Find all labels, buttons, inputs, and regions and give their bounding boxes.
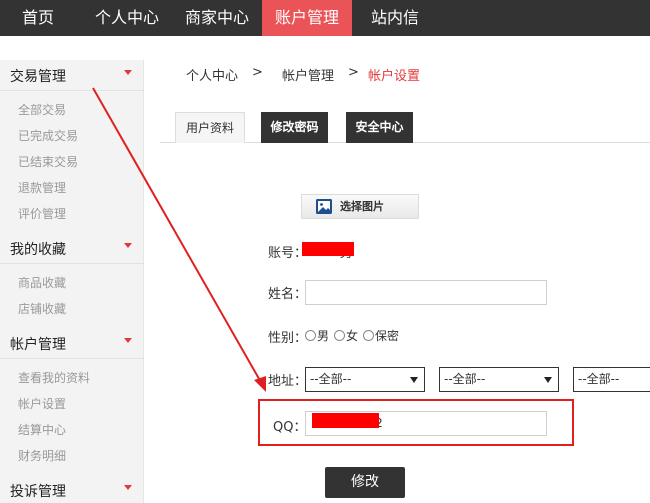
divider [0,358,144,359]
sidebar-item-reviews[interactable]: 评价管理 [18,205,66,222]
district-select-value: --全部-- [578,372,620,386]
tab-user-profile[interactable]: 用户资料 [175,112,245,143]
divider [0,263,144,264]
province-select[interactable]: --全部-- [305,367,425,392]
dropdown-arrow-icon [544,377,552,383]
sidebar-item-completed-trades[interactable]: 已完成交易 [18,127,78,144]
tab-change-password[interactable]: 修改密码 [261,112,328,143]
redaction-mark [302,242,354,256]
caret-down-icon[interactable] [124,485,132,490]
top-navigation-bar: 首页 个人中心 商家中心 账户管理 站内信 [0,0,650,36]
caret-down-icon[interactable] [124,243,132,248]
address-label: 地址： [268,374,308,389]
dropdown-arrow-icon [410,377,418,383]
radio-icon[interactable] [334,330,345,341]
sidebar-item-shop-favorites[interactable]: 店铺收藏 [18,300,66,317]
annotation-highlight-box [258,399,574,446]
gender-label: 性别： [268,331,308,346]
sidebar-item-financial-details[interactable]: 财务明细 [18,447,66,464]
tab-security-center[interactable]: 安全中心 [346,112,413,143]
gender-radio-secret[interactable]: 保密 [363,327,399,344]
breadcrumb-separator: > [252,65,263,80]
nav-item-home[interactable]: 首页 [0,0,76,36]
sidebar-item-settlement-center[interactable]: 结算中心 [18,421,66,438]
sidebar-item-account-settings[interactable]: 帐户设置 [18,395,66,412]
caret-down-icon[interactable] [124,338,132,343]
image-icon [316,199,332,214]
gender-option-label: 保密 [375,329,400,343]
choose-image-button[interactable]: 选择图片 [301,194,419,219]
gender-radio-female[interactable]: 女 [334,327,358,344]
district-select[interactable]: --全部-- [573,367,650,392]
sidebar-item-all-trades[interactable]: 全部交易 [18,101,66,118]
nav-item-personal-center[interactable]: 个人中心 [84,0,170,36]
gender-radio-male[interactable]: 男 [305,327,329,344]
breadcrumb-separator: > [348,65,359,80]
province-select-value: --全部-- [310,372,352,386]
radio-icon[interactable] [305,330,316,341]
city-select-value: --全部-- [444,372,486,386]
radio-icon[interactable] [363,330,374,341]
sidebar-item-view-profile[interactable]: 查看我的资料 [18,369,90,386]
name-label: 姓名： [268,287,308,302]
sidebar-section-title-account[interactable]: 帐户管理 [10,334,66,354]
sidebar-item-closed-trades[interactable]: 已结束交易 [18,153,78,170]
nav-item-messages[interactable]: 站内信 [355,0,435,36]
nav-item-merchant-center[interactable]: 商家中心 [174,0,260,36]
city-select[interactable]: --全部-- [439,367,559,392]
choose-image-label: 选择图片 [340,200,384,213]
breadcrumb-personal-center[interactable]: 个人中心 [186,65,238,84]
breadcrumb-current-account-settings: 帐户设置 [368,69,421,84]
gender-option-label: 女 [346,329,359,343]
sidebar: 交易管理 全部交易 已完成交易 已结束交易 退款管理 评价管理 我的收藏 商品收… [0,60,144,503]
name-input[interactable] [305,280,547,305]
breadcrumb-account-management[interactable]: 帐户管理 [282,65,334,84]
sidebar-item-product-favorites[interactable]: 商品收藏 [18,274,66,291]
nav-item-account-management[interactable]: 账户管理 [262,0,352,36]
sidebar-section-title-favorites[interactable]: 我的收藏 [10,239,66,259]
submit-button[interactable]: 修改 [325,467,405,498]
sidebar-item-refunds[interactable]: 退款管理 [18,179,66,196]
sidebar-section-title-complaints[interactable]: 投诉管理 [10,481,66,501]
gender-option-label: 男 [317,329,330,343]
caret-down-icon[interactable] [124,70,132,75]
divider [0,90,144,91]
sidebar-section-title-trade[interactable]: 交易管理 [10,66,66,86]
